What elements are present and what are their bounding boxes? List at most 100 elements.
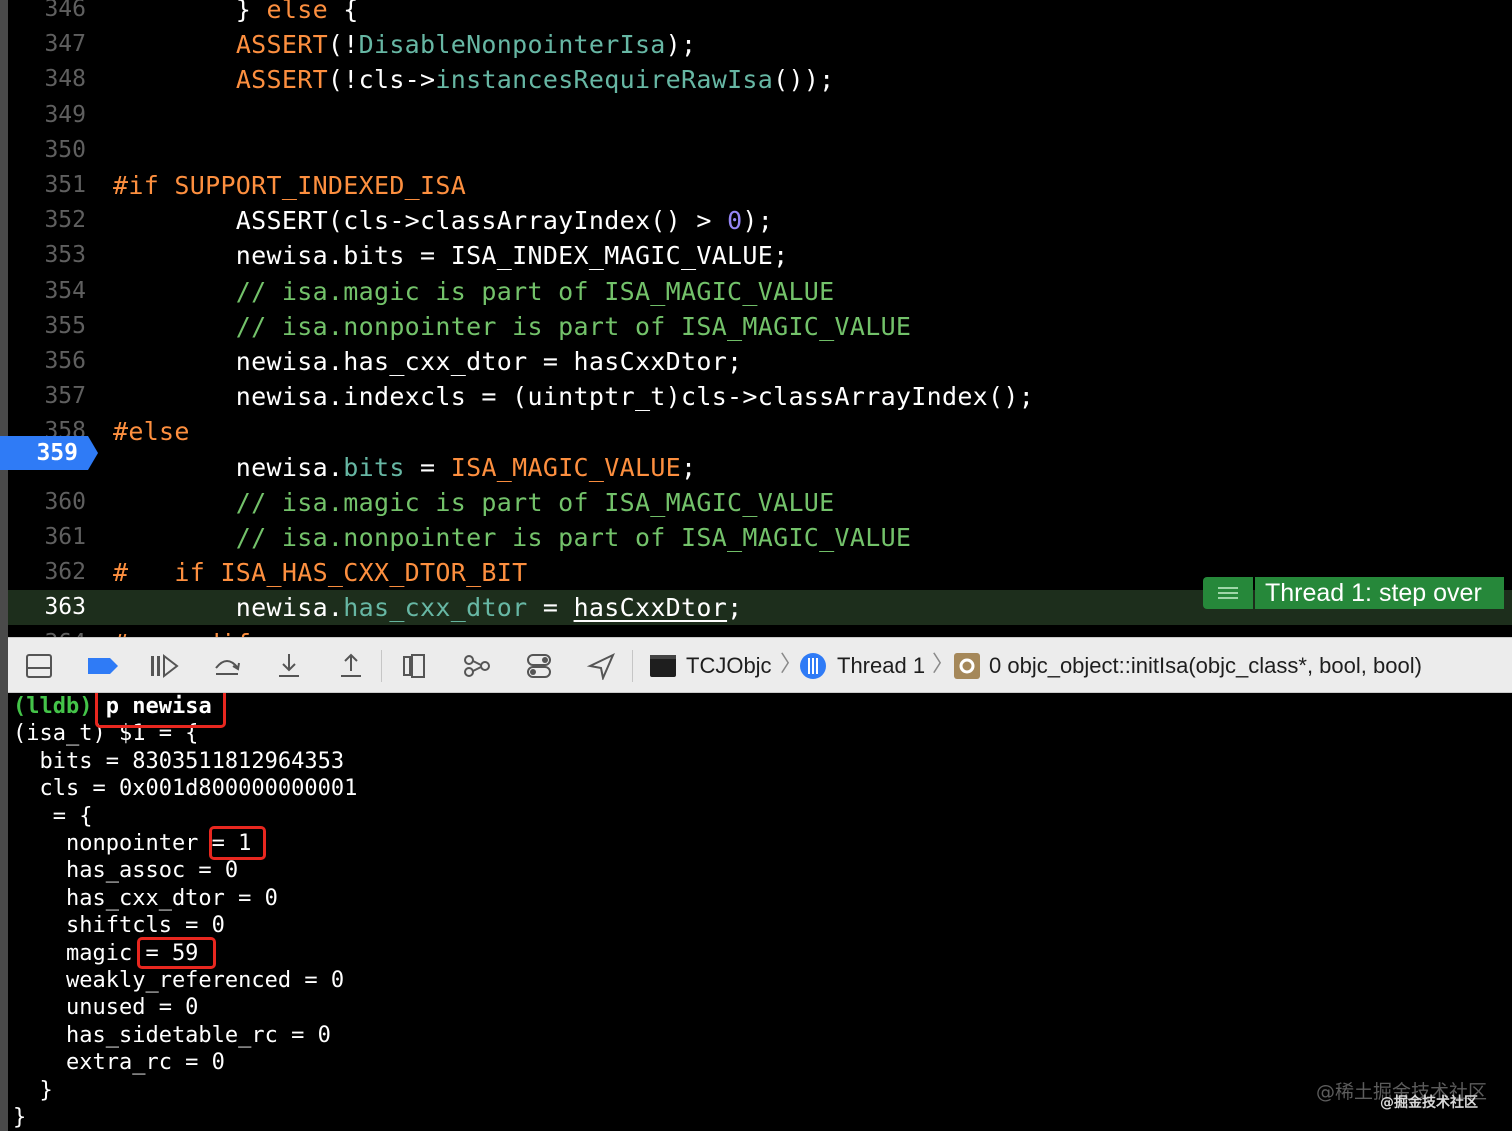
line-number[interactable]: 354 xyxy=(8,274,86,309)
code-text: newisa.has_cxx_dtor = hasCxxDtor; xyxy=(113,590,742,625)
code-token: ASSERT xyxy=(235,30,328,60)
code-text: ASSERT(!cls->instancesRequireRawIsa()); xyxy=(113,62,835,97)
code-token: # if ISA_HAS_CXX_DTOR_BIT xyxy=(113,558,528,588)
code-token: (! xyxy=(327,30,359,60)
code-token: newisa. xyxy=(113,593,344,623)
code-text: // isa.nonpointer is part of ISA_MAGIC_V… xyxy=(113,309,911,344)
code-line[interactable]: 353 newisa.bits = ISA_INDEX_MAGIC_VALUE; xyxy=(8,238,1512,273)
magic-highlight-box xyxy=(137,937,216,969)
code-text: // isa.nonpointer is part of ISA_MAGIC_V… xyxy=(113,520,911,555)
toolbar-divider xyxy=(632,650,633,682)
line-number[interactable]: 350 xyxy=(8,133,86,168)
console-output-line: has_assoc = 0 xyxy=(13,858,239,884)
line-number[interactable]: 356 xyxy=(8,344,86,379)
console-output-line: bits = 8303511812964353 xyxy=(13,748,345,774)
memory-graph-icon[interactable] xyxy=(462,652,492,680)
code-token: ISA_MAGIC_VALUE xyxy=(450,452,682,482)
code-line[interactable]: 358 #else xyxy=(8,414,1512,449)
code-text: ASSERT(cls->classArrayIndex() > 0); xyxy=(113,203,773,238)
thread-status-badge[interactable]: Thread 1: step over xyxy=(1203,577,1504,609)
line-number[interactable]: 364 xyxy=(8,626,86,637)
console-output-line: cls = 0x001d800000000001 xyxy=(13,776,358,802)
code-token: = xyxy=(527,593,574,623)
code-line[interactable]: 359 newisa.bits = ISA_MAGIC_VALUE; xyxy=(8,450,1512,485)
code-line[interactable]: 347 ASSERT(!DisableNonpointerIsa); xyxy=(8,27,1512,62)
code-token: ); xyxy=(742,206,774,236)
code-token: ()); xyxy=(773,65,835,95)
thread-status-label: Thread 1: step over xyxy=(1255,577,1504,609)
code-line[interactable]: 354 // isa.magic is part of ISA_MAGIC_VA… xyxy=(8,274,1512,309)
toolbar-divider xyxy=(381,650,382,682)
code-token: newisa.indexcls = (uintptr_t)cls->classA… xyxy=(113,382,1035,412)
code-token: bits xyxy=(343,452,405,482)
code-token: has_cxx_dtor xyxy=(343,593,528,623)
code-token: newisa. xyxy=(113,452,344,482)
console-output-line: unused = 0 xyxy=(13,995,199,1021)
line-number[interactable]: 348 xyxy=(8,62,86,97)
code-token: { xyxy=(327,0,359,24)
breadcrumb-target[interactable]: TCJObjc xyxy=(686,638,772,694)
line-number[interactable]: 360 xyxy=(8,485,86,520)
environment-overrides-icon[interactable] xyxy=(524,652,554,680)
code-token: // isa.nonpointer is part of ISA_MAGIC_V… xyxy=(113,311,912,341)
code-text: newisa.has_cxx_dtor = hasCxxDtor; xyxy=(113,344,742,379)
continue-icon[interactable] xyxy=(148,652,179,680)
code-line[interactable]: 361 // isa.nonpointer is part of ISA_MAG… xyxy=(8,520,1512,555)
breadcrumb-frame[interactable]: 0 objc_object::initIsa(objc_class*, bool… xyxy=(989,638,1422,694)
line-number[interactable]: 357 xyxy=(8,379,86,414)
window-left-edge xyxy=(0,0,8,1131)
code-token: else xyxy=(266,0,328,24)
chevron-right-icon: 〉 xyxy=(932,652,955,677)
code-token: // isa.nonpointer is part of ISA_MAGIC_V… xyxy=(113,523,912,552)
line-number[interactable]: 347 xyxy=(8,27,86,62)
code-line[interactable]: 364 # endif xyxy=(8,626,1512,637)
breakpoints-toggle-icon[interactable] xyxy=(86,652,118,680)
code-line[interactable]: 346 } else { xyxy=(8,0,1512,27)
code-token: = xyxy=(404,452,451,482)
line-number[interactable]: 349 xyxy=(8,98,86,133)
command-highlight-box xyxy=(95,693,226,728)
line-number[interactable]: 355 xyxy=(8,309,86,344)
code-token: } xyxy=(113,0,267,24)
line-number[interactable]: 353 xyxy=(8,238,86,273)
code-line[interactable]: 351 #if SUPPORT_INDEXED_ISA xyxy=(8,168,1512,203)
code-line[interactable]: 352 ASSERT(cls->classArrayIndex() > 0); xyxy=(8,203,1512,238)
code-line[interactable]: 355 // isa.nonpointer is part of ISA_MAG… xyxy=(8,309,1512,344)
breakpoint-marker[interactable]: 359 xyxy=(0,436,98,470)
watermark-small: @掘金技术社区 xyxy=(1380,1095,1478,1111)
code-line[interactable]: 350 xyxy=(8,133,1512,168)
code-line[interactable]: 357 newisa.indexcls = (uintptr_t)cls->cl… xyxy=(8,379,1512,414)
step-into-icon[interactable] xyxy=(274,652,304,680)
location-icon[interactable] xyxy=(586,652,616,680)
line-number[interactable]: 361 xyxy=(8,520,86,555)
code-line[interactable]: 349 xyxy=(8,98,1512,133)
code-line[interactable]: 360 // isa.magic is part of ISA_MAGIC_VA… xyxy=(8,485,1512,520)
code-token: (!cls-> xyxy=(327,65,436,95)
hide-debug-area-icon[interactable] xyxy=(24,652,54,680)
lldb-console[interactable]: (lldb) p newisa (isa_t) $1 = { bits = 830… xyxy=(8,693,1512,1131)
code-line[interactable]: 348 ASSERT(!cls->instancesRequireRawIsa(… xyxy=(8,62,1512,97)
step-out-icon[interactable] xyxy=(336,652,366,680)
view-hierarchy-icon[interactable] xyxy=(400,652,430,680)
code-token: ASSERT xyxy=(235,65,328,95)
code-token: #if SUPPORT_INDEXED_ISA xyxy=(113,171,467,200)
code-token: 0 xyxy=(727,206,743,236)
console-output-line: has_sidetable_rc = 0 xyxy=(13,1022,331,1048)
code-text: newisa.indexcls = (uintptr_t)cls->classA… xyxy=(113,379,1034,414)
code-text: #if SUPPORT_INDEXED_ISA xyxy=(113,168,466,203)
breadcrumb-thread[interactable]: Thread 1 xyxy=(837,638,925,694)
source-editor[interactable]: 346 } else {347 ASSERT(!DisableNonpointe… xyxy=(8,0,1512,637)
frame-gear-icon xyxy=(952,652,982,680)
code-text: // isa.magic is part of ISA_MAGIC_VALUE xyxy=(113,274,835,309)
code-line[interactable]: 356 newisa.has_cxx_dtor = hasCxxDtor; xyxy=(8,344,1512,379)
line-number[interactable]: 346 xyxy=(8,0,86,27)
breakpoint-line-number: 359 xyxy=(36,440,78,466)
line-number[interactable]: 351 xyxy=(8,168,86,203)
step-over-icon[interactable] xyxy=(212,652,242,680)
code-token: #else xyxy=(113,417,190,447)
line-number[interactable]: 352 xyxy=(8,203,86,238)
line-number[interactable]: 362 xyxy=(8,555,86,590)
line-number[interactable]: 363 xyxy=(8,590,86,625)
code-text: # endif xyxy=(113,626,251,637)
